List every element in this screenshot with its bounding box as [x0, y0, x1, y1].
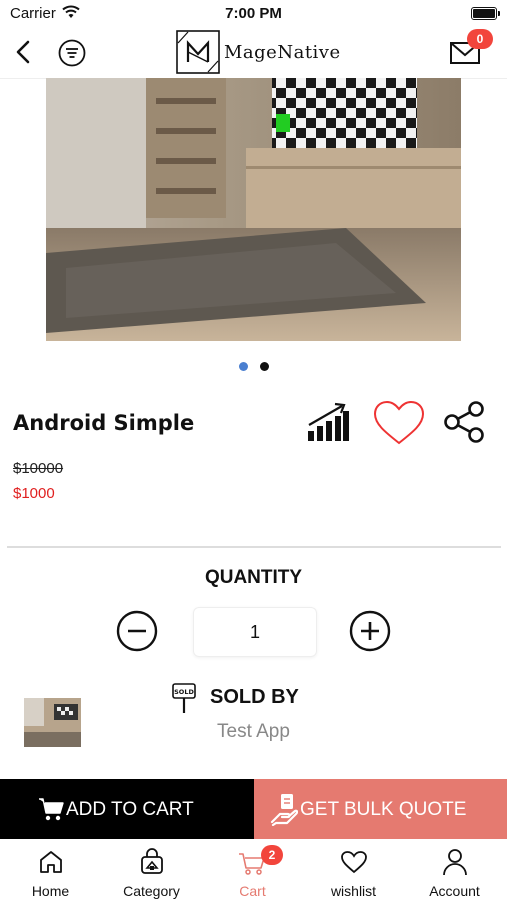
product-image[interactable]: [46, 78, 461, 341]
svg-text:SOLD: SOLD: [174, 688, 194, 696]
tab-wishlist-label: wishlist: [330, 883, 377, 899]
share-icon[interactable]: [442, 400, 488, 444]
back-icon[interactable]: [14, 40, 34, 64]
heart-icon: [341, 851, 367, 874]
sold-by-title: SOLD BY: [210, 686, 299, 708]
quantity-input[interactable]: 1: [193, 607, 317, 657]
add-to-cart-label: ADD TO CART: [66, 799, 194, 820]
tab-cart-label: Cart: [239, 883, 266, 899]
tab-category-label: Category: [123, 883, 180, 899]
status-bar: Carrier 7:00 PM: [0, 0, 507, 28]
decrease-quantity-icon[interactable]: [116, 610, 158, 652]
divider: [7, 546, 501, 548]
cart-icon: [39, 798, 64, 821]
seller-name[interactable]: Test App: [0, 721, 507, 743]
message-count-badge: 0: [467, 29, 493, 49]
battery-icon: [471, 7, 500, 20]
quantity-title: QUANTITY: [204, 567, 303, 588]
brand-name: MageNative: [224, 42, 341, 63]
bulk-quote-button[interactable]: GET BULK QUOTE: [254, 779, 507, 839]
filter-menu-icon[interactable]: [58, 39, 86, 67]
image-page-dot-1[interactable]: [239, 362, 248, 371]
tab-account[interactable]: Account: [404, 840, 505, 900]
brand-logo[interactable]: [176, 30, 220, 74]
bulk-quote-label: GET BULK QUOTE: [300, 799, 467, 820]
cart-count-badge: 2: [261, 845, 283, 865]
compare-chart-icon[interactable]: [306, 401, 350, 443]
product-name: Android Simple: [13, 411, 195, 435]
hand-quote-icon: [270, 794, 298, 826]
wishlist-heart-icon[interactable]: [372, 400, 426, 446]
tab-wishlist[interactable]: wishlist: [303, 840, 404, 900]
bottom-tab-bar: Home Category 2 Cart wishlist Account: [0, 840, 507, 900]
original-price: $10000: [13, 460, 64, 477]
image-page-dot-2[interactable]: [260, 362, 269, 371]
sold-sign-icon: SOLD: [172, 683, 196, 713]
increase-quantity-icon[interactable]: [349, 610, 391, 652]
account-icon: [443, 849, 467, 876]
sale-price: $1000: [13, 485, 55, 502]
product-photo: [46, 78, 461, 341]
tab-account-label: Account: [429, 883, 480, 899]
tab-category[interactable]: Category: [101, 840, 202, 900]
category-icon: [141, 848, 163, 874]
tab-home[interactable]: Home: [0, 840, 101, 900]
tab-home-label: Home: [31, 883, 70, 899]
add-to-cart-button[interactable]: ADD TO CART: [0, 779, 254, 839]
clock: 7:00 PM: [225, 5, 282, 22]
tab-cart[interactable]: 2 Cart: [202, 840, 303, 900]
home-icon: [40, 851, 62, 873]
